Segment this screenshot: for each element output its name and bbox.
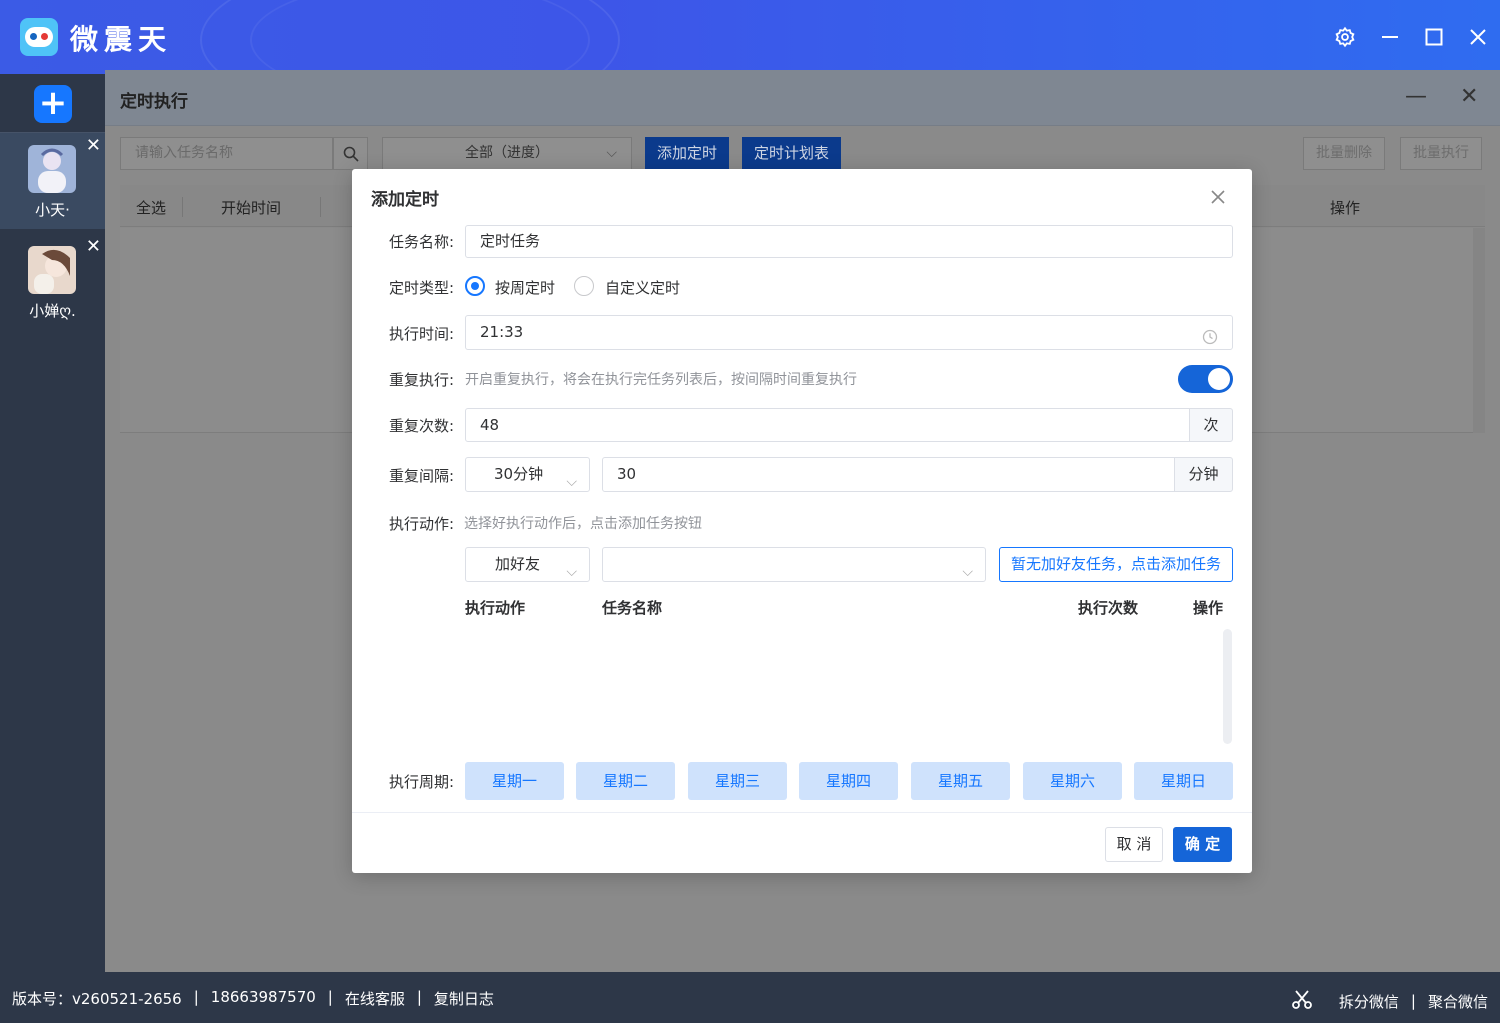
account-item[interactable]: 小天· ✕ (0, 133, 105, 229)
custom-timer-radio[interactable] (574, 276, 594, 296)
scissors-icon[interactable] (1291, 988, 1313, 1014)
action-label: 执行动作: (389, 515, 455, 533)
minimize-panel-icon[interactable]: — (1405, 84, 1427, 109)
weekday-monday[interactable]: 星期一 (465, 762, 564, 800)
repeat-interval-unit: 分钟 (1174, 457, 1233, 492)
task-search-input[interactable]: 请输入任务名称 (120, 137, 333, 170)
action-select-value: 加好友 (495, 555, 541, 573)
dialog-title: 添加定时 (371, 190, 439, 210)
settings-gear-icon[interactable] (1330, 22, 1360, 52)
clock-icon (1202, 324, 1218, 357)
avatar (28, 145, 76, 193)
column-exec-count: 执行次数 (1078, 599, 1139, 617)
separator: | (1410, 992, 1416, 1010)
chevron-down-icon: ⌵ (566, 474, 577, 490)
weekday-saturday[interactable]: 星期六 (1023, 762, 1122, 800)
account-item[interactable]: 小婵ღ. ✕ (0, 234, 105, 330)
add-task-button[interactable]: 暂无加好友任务，点击添加任务 (999, 547, 1233, 582)
separator: | (327, 988, 333, 1006)
add-timer-button[interactable]: 添加定时 (645, 137, 730, 170)
repeat-count-unit: 次 (1189, 408, 1233, 442)
progress-filter-select[interactable]: 全部（进度） ⌵ (382, 137, 632, 170)
avatar (28, 246, 76, 294)
dialog-footer-divider (352, 812, 1252, 813)
separator: | (416, 988, 422, 1006)
status-bar: 版本号：v260521-2656 | 18663987570 | 在线客服 | … (0, 972, 1500, 1023)
repeat-count-input[interactable]: 48 (465, 408, 1190, 442)
close-window-icon[interactable] (1463, 22, 1493, 52)
close-panel-icon[interactable]: ✕ (1460, 84, 1478, 109)
batch-delete-button[interactable]: 批量删除 (1303, 137, 1385, 170)
repeat-hint: 开启重复执行，将会在执行完任务列表后，按间隔时间重复执行 (465, 372, 857, 388)
table-scrollbar[interactable] (1473, 228, 1485, 433)
task-select[interactable]: ⌵ (602, 547, 986, 582)
repeat-interval-label: 重复间隔: (389, 467, 455, 485)
online-support-link[interactable]: 在线客服 (345, 988, 405, 1009)
separator: | (193, 988, 199, 1006)
add-timer-dialog: 添加定时 任务名称: 定时任务 定时类型: 按周定时 自定义定时 执行时间: 2… (352, 169, 1252, 873)
split-wechat-link[interactable]: 拆分微信 (1339, 991, 1399, 1012)
search-icon[interactable] (333, 137, 368, 170)
cancel-button[interactable]: 取 消 (1105, 827, 1163, 862)
column-start-time: 开始时间 (221, 199, 282, 217)
custom-timer-label[interactable]: 自定义定时 (605, 277, 680, 298)
weekday-sunday[interactable]: 星期日 (1134, 762, 1233, 800)
schedule-button[interactable]: 定时计划表 (742, 137, 842, 170)
task-name-input[interactable]: 定时任务 (465, 225, 1233, 258)
weekly-timer-label[interactable]: 按周定时 (495, 277, 555, 298)
panel-header: 定时执行 — ✕ (105, 70, 1500, 126)
repeat-interval-select[interactable]: 30分钟 ⌵ (465, 457, 590, 492)
weekday-tuesday[interactable]: 星期二 (576, 762, 675, 800)
chevron-down-icon: ⌵ (566, 564, 577, 580)
exec-time-input[interactable]: 21:33 (465, 315, 1233, 350)
title-bar: 微震天 (0, 0, 1500, 120)
confirm-button[interactable]: 确 定 (1173, 827, 1232, 862)
close-account-icon[interactable]: ✕ (86, 137, 101, 155)
version-text: 版本号：v260521-2656 (12, 990, 182, 1008)
panel-title: 定时执行 (120, 92, 188, 112)
add-account-button[interactable]: + (34, 85, 72, 123)
merge-wechat-link[interactable]: 聚合微信 (1428, 991, 1488, 1012)
account-name: 小婵ღ. (29, 302, 76, 320)
weekly-timer-radio[interactable] (465, 276, 485, 296)
phone-text: 18663987570 (210, 988, 316, 1006)
period-label: 执行周期: (389, 773, 455, 791)
minimize-icon[interactable] (1375, 22, 1405, 52)
repeat-interval-input[interactable]: 30 (602, 457, 1176, 492)
repeat-label: 重复执行: (389, 371, 455, 389)
interval-select-value: 30分钟 (494, 465, 544, 483)
app-logo-icon (20, 18, 58, 56)
repeat-count-label: 重复次数: (389, 417, 455, 435)
close-account-icon[interactable]: ✕ (86, 238, 101, 256)
column-task-name: 任务名称 (602, 599, 663, 617)
action-hint: 选择好执行动作后，点击添加任务按钮 (464, 516, 702, 532)
account-sidebar: + 小天· ✕ 小婵ღ. ✕ (0, 74, 105, 972)
exec-time-value: 21:33 (480, 323, 524, 341)
column-action: 执行动作 (465, 599, 526, 617)
timer-type-label: 定时类型: (389, 279, 455, 297)
column-operation: 操作 (1193, 599, 1224, 617)
weekday-wednesday[interactable]: 星期三 (688, 762, 787, 800)
exec-time-label: 执行时间: (389, 325, 455, 343)
app-title: 微震天 (70, 23, 173, 56)
task-name-label: 任务名称: (389, 233, 455, 251)
maximize-icon[interactable] (1419, 22, 1449, 52)
repeat-toggle[interactable] (1178, 365, 1233, 393)
close-dialog-icon[interactable] (1208, 189, 1228, 209)
weekday-friday[interactable]: 星期五 (911, 762, 1010, 800)
copy-log-link[interactable]: 复制日志 (434, 988, 494, 1009)
task-list-scrollbar[interactable] (1223, 629, 1232, 744)
batch-execute-button[interactable]: 批量执行 (1400, 137, 1482, 170)
weekday-thursday[interactable]: 星期四 (799, 762, 898, 800)
chevron-down-icon: ⌵ (962, 564, 973, 580)
account-name: 小天· (35, 201, 70, 219)
action-type-select[interactable]: 加好友 ⌵ (465, 547, 590, 582)
column-actions: 操作 (1330, 199, 1361, 217)
chevron-down-icon: ⌵ (606, 145, 617, 161)
filter-selected-value: 全部（进度） (465, 145, 549, 161)
select-all-checkbox[interactable]: 全选 (136, 197, 166, 218)
